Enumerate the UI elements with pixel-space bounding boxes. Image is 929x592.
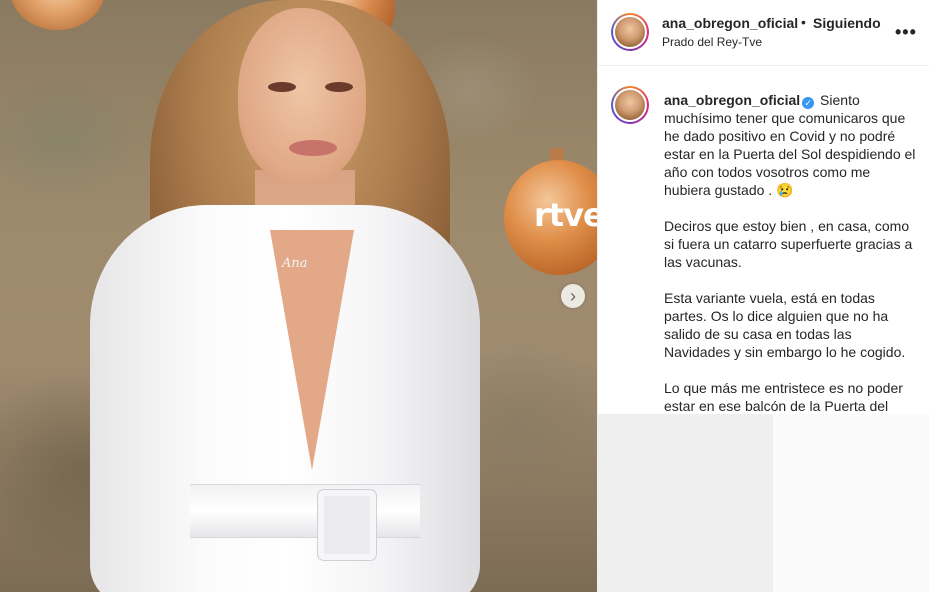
verified-badge-icon: ✓ — [802, 97, 815, 109]
caption-area: ana_obregon_oficial ✓ Siento muchísimo te… — [598, 66, 929, 414]
ornament-logo-text: rtve — [534, 196, 597, 234]
caption-paragraph: ana_obregon_oficial ✓ Siento muchísimo te… — [664, 91, 919, 199]
eye — [268, 82, 296, 92]
header-username[interactable]: ana_obregon_oficial — [662, 15, 798, 31]
caption-paragraph: Lo que más me entristece es no poder est… — [664, 380, 903, 414]
caption-username[interactable]: ana_obregon_oficial — [664, 92, 800, 108]
necklace: Ana — [282, 256, 308, 271]
following-button[interactable]: Siguiendo — [813, 15, 881, 31]
post-photo[interactable]: rtve Ana › — [0, 0, 597, 592]
chevron-right-icon[interactable]: › — [561, 284, 585, 308]
placeholder-block — [598, 414, 773, 592]
location-link[interactable]: Prado del Rey-Tve — [662, 35, 762, 49]
avatar[interactable] — [611, 13, 649, 51]
more-options-icon[interactable]: ••• — [895, 22, 917, 43]
eye — [325, 82, 353, 92]
belt — [190, 484, 420, 538]
caption-avatar[interactable] — [611, 86, 649, 124]
post-side-panel: ana_obregon_oficial • Siguiendo Prado de… — [597, 0, 929, 592]
post-header: ana_obregon_oficial • Siguiendo Prado de… — [598, 0, 929, 66]
separator-dot: • — [801, 14, 806, 30]
caption-paragraph: Esta variante vuela, está en todas parte… — [664, 290, 906, 360]
avatar-image — [615, 17, 645, 47]
placeholder-block — [773, 414, 929, 592]
avatar-image — [615, 90, 645, 120]
caption-text: ana_obregon_oficial ✓ Siento muchísimo te… — [664, 91, 919, 414]
face — [238, 8, 366, 183]
lips — [289, 140, 337, 156]
belt-buckle — [318, 490, 376, 560]
caption-paragraph: Deciros que estoy bien , en casa, como s… — [664, 218, 913, 270]
